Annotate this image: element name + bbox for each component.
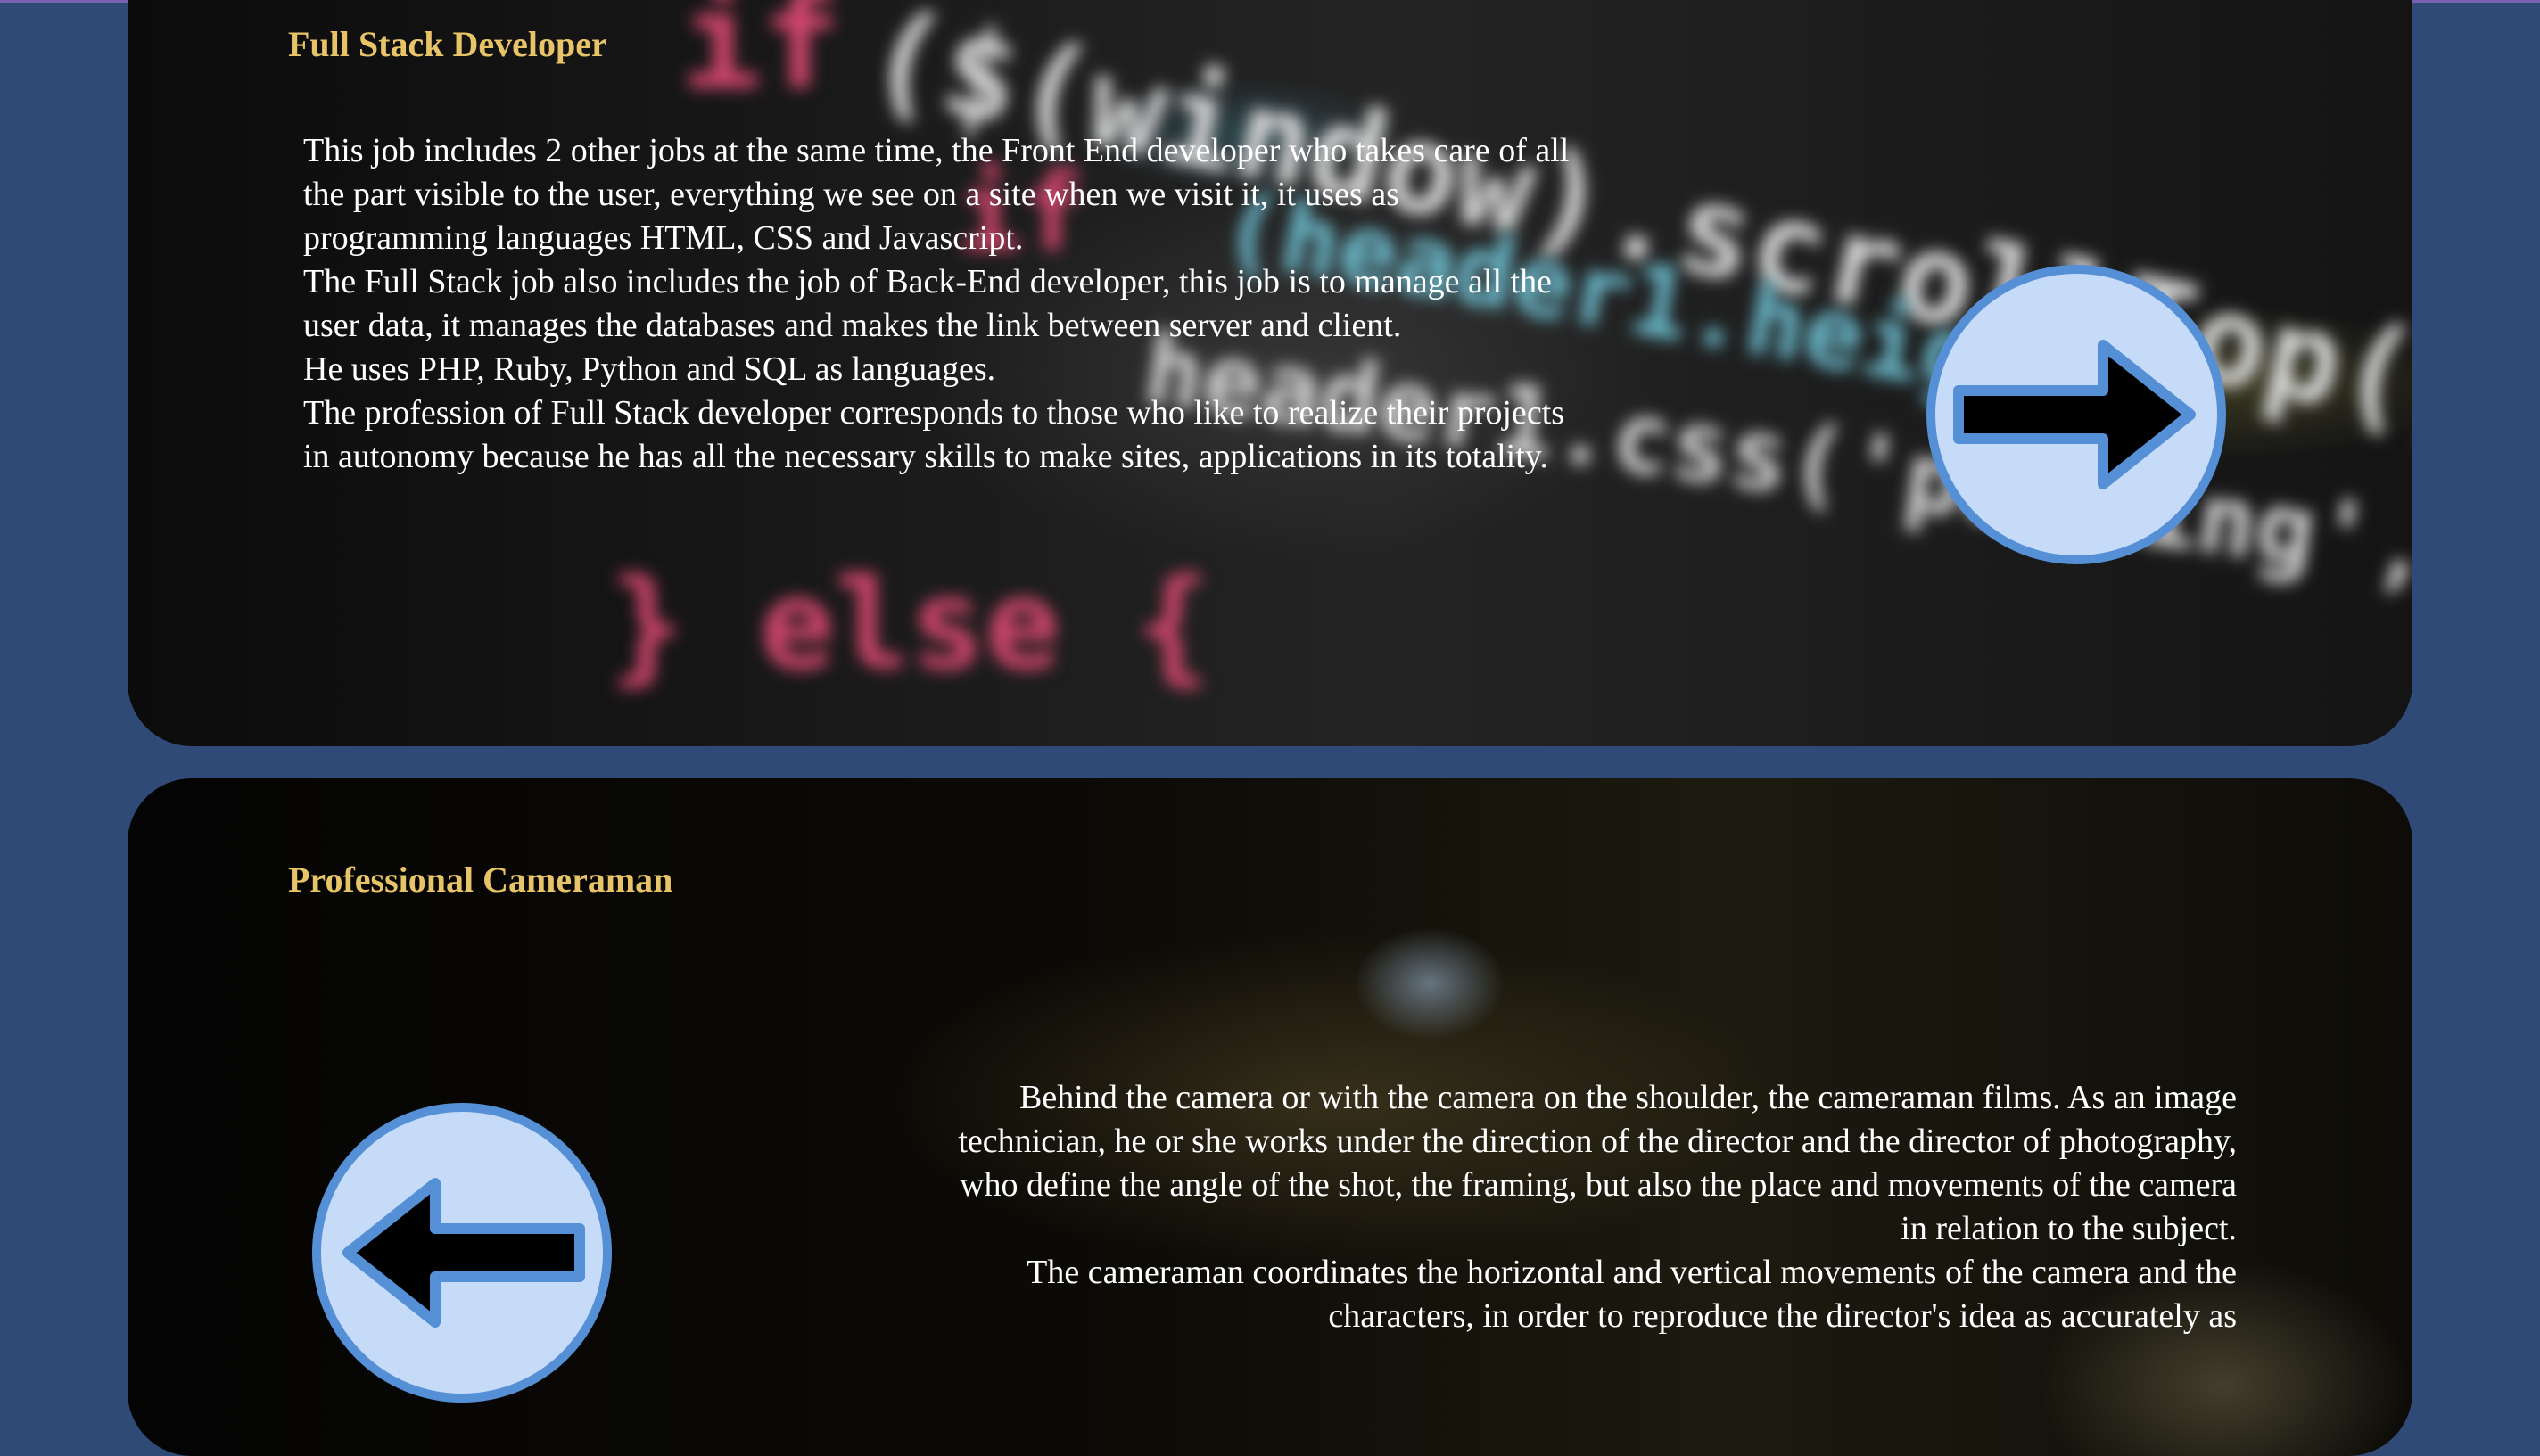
next-button[interactable] xyxy=(1925,263,2228,566)
card-title: Professional Cameraman xyxy=(288,860,673,900)
arrow-right-icon xyxy=(1926,265,2226,564)
code-else-line: } else { xyxy=(609,553,1211,698)
card-description: Behind the camera or with the camera on … xyxy=(948,1076,2237,1338)
card-title: Full Stack Developer xyxy=(288,24,607,64)
description-paragraph: The cameraman coordinates the horizontal… xyxy=(1027,1254,2237,1335)
description-paragraph: This job includes 2 other jobs at the sa… xyxy=(303,132,1570,257)
description-paragraph: Behind the camera or with the camera on … xyxy=(958,1079,2237,1247)
arrow-left-icon xyxy=(312,1103,612,1403)
code-keyword-if: if xyxy=(680,0,842,119)
description-paragraph: The profession of Full Stack developer c… xyxy=(303,394,1565,475)
previous-button[interactable] xyxy=(310,1101,614,1404)
description-paragraph: He uses PHP, Ruby, Python and SQL as lan… xyxy=(303,350,996,388)
job-card-cameraman: Professional Cameraman Behind the camera… xyxy=(128,778,2412,1456)
job-card-full-stack: if ($(window).scrollTop() > header1_ if … xyxy=(128,0,2412,746)
description-paragraph: The Full Stack job also includes the job… xyxy=(303,263,1552,344)
card-description: This job includes 2 other jobs at the sa… xyxy=(303,129,1588,479)
